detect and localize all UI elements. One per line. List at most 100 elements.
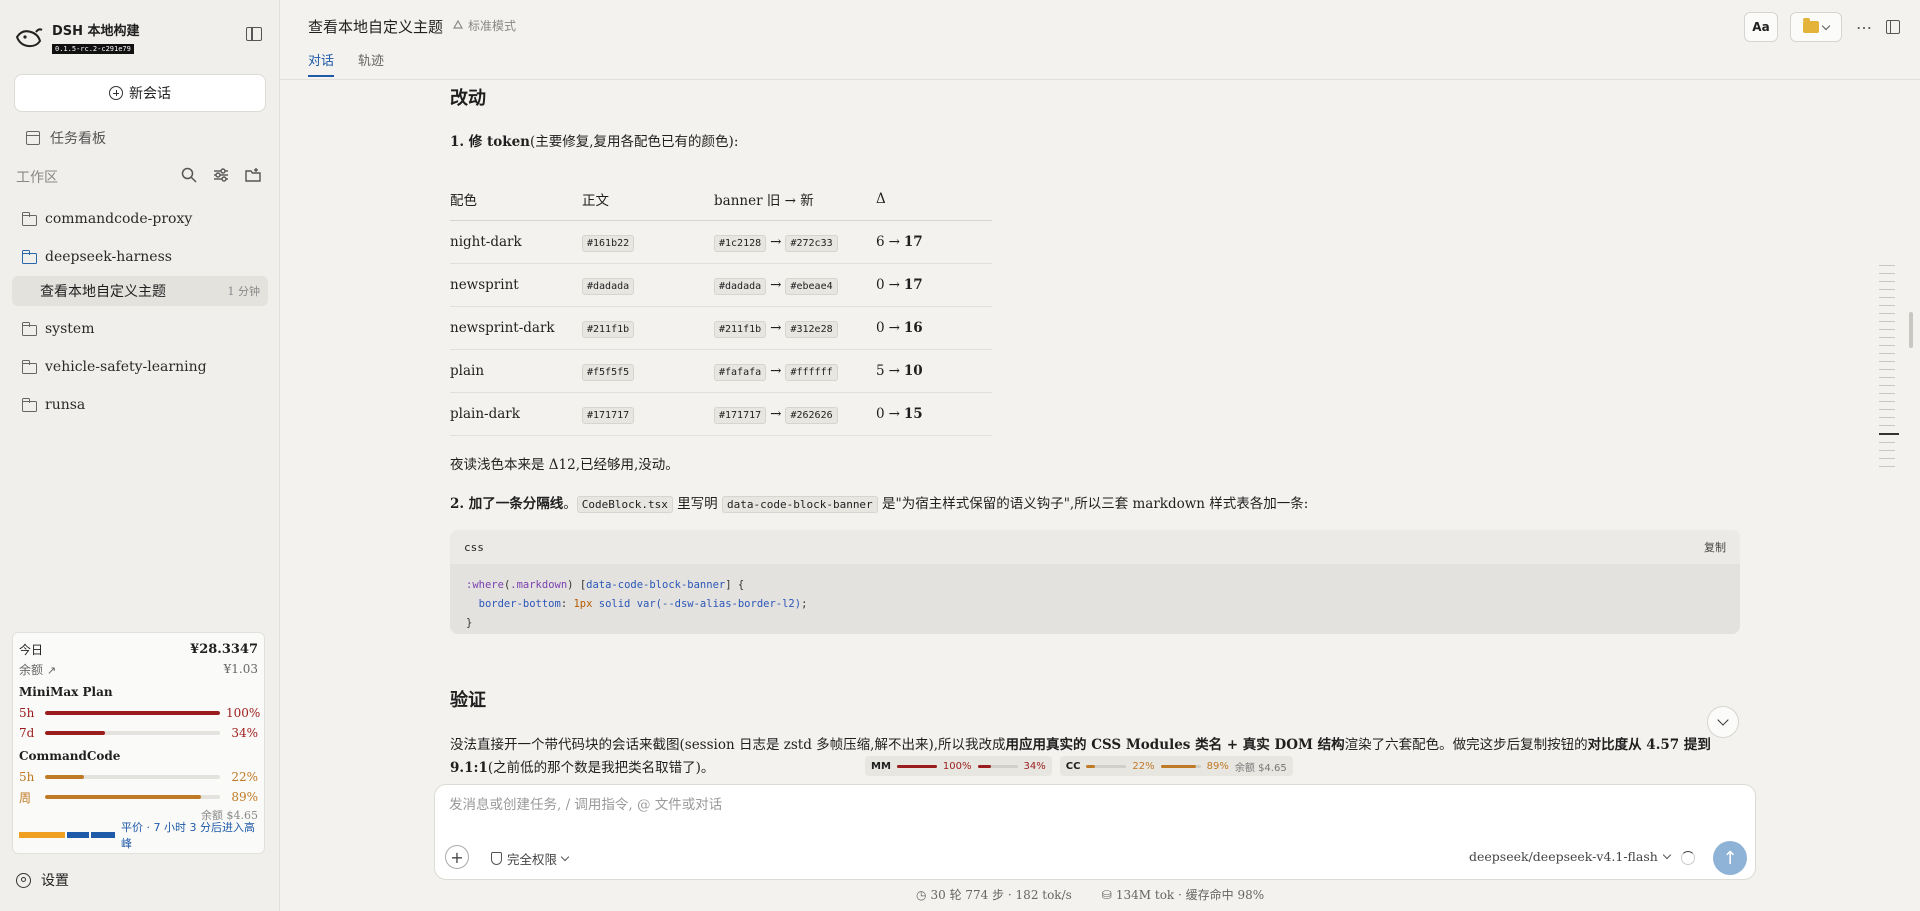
verify-paragraph: 没法直接开一个带代码块的会话来截图(session 日志是 zstd 多帧压缩,…: [450, 733, 1711, 753]
code-token: ) [: [567, 579, 587, 591]
folder-icon: [21, 211, 37, 226]
message-minimap[interactable]: [1879, 265, 1899, 474]
header: 查看本地自定义主题 标准模式 对话 轨迹 Aa ⋯: [280, 0, 1920, 80]
arrow-right-icon: →: [888, 319, 900, 336]
filter-sliders-icon[interactable]: [212, 166, 230, 184]
verify-text: (之前低的那个数是我把类名取错了)。: [487, 760, 715, 776]
token-stats-text: 134M tok · 缓存命中 98%: [1115, 888, 1265, 902]
composer: + 完全权限 deepseek/deepseek-v4.1-flash ↑: [434, 784, 1756, 880]
session-item-active[interactable]: 查看本地自定义主题 1 分钟: [12, 276, 268, 306]
color-code: #dadada: [714, 277, 767, 295]
copy-button[interactable]: 复制: [1704, 539, 1726, 555]
chip-bar: [1160, 764, 1201, 768]
scroll-to-bottom-button[interactable]: [1707, 706, 1739, 738]
chip-bar: [977, 764, 1018, 768]
quota-chip-mm[interactable]: MM 100% 34%: [865, 756, 1052, 776]
arrow-right-icon: →: [888, 276, 900, 293]
font-button[interactable]: Aa: [1744, 12, 1778, 42]
usage-bar: [45, 795, 220, 799]
chip-bar: [896, 764, 937, 768]
balance-label: 余额: [19, 662, 44, 677]
folder-item[interactable]: vehicle-safety-learning: [12, 348, 268, 386]
code-line: border-bottom: 1px solid var(--dsw-alias…: [466, 595, 1724, 614]
search-icon[interactable]: [180, 166, 198, 184]
arrow-right-icon: →: [888, 233, 900, 250]
color-code: #f5f5f5: [582, 363, 635, 381]
new-session-button[interactable]: 新会话: [14, 74, 266, 112]
cell-banner: #1c2128 → #272c33: [714, 220, 876, 264]
header-tools: Aa ⋯: [1744, 12, 1900, 42]
new-folder-icon[interactable]: [244, 166, 262, 184]
code-line: :where(.markdown) [data-code-block-banne…: [466, 576, 1724, 595]
chip-bar: [1086, 764, 1127, 768]
col-header: Δ: [876, 178, 992, 221]
tab-trace[interactable]: 轨迹: [358, 50, 384, 77]
folder-item[interactable]: runsa: [12, 386, 268, 424]
code-token: ] {: [725, 579, 745, 591]
settings-button[interactable]: 设置: [16, 870, 69, 890]
chip-bar-fill: [1160, 764, 1197, 768]
cell-name: plain: [450, 349, 582, 393]
cell-delta: 6 → 17: [876, 220, 992, 264]
folder-item[interactable]: system: [12, 310, 268, 348]
cell-body: #211f1b: [582, 306, 714, 350]
usage-bar: [45, 731, 220, 735]
panel-toggle-icon[interactable]: [1886, 20, 1900, 34]
verify-text: 渲染了六套配色。做完这步后复制按钮的: [1344, 737, 1588, 753]
code-block-header: css 复制: [450, 530, 1740, 564]
folder-item[interactable]: deepseek-harness: [12, 238, 268, 276]
arrow-right-icon: →: [888, 362, 900, 379]
sidebar-toggle-icon[interactable]: [246, 27, 262, 41]
mode-label: 标准模式: [468, 19, 517, 33]
usage-bar: [45, 775, 220, 779]
database-icon: ⛁: [1101, 888, 1112, 902]
change-item-2: 2. 加了一条分隔线。 CodeBlock.tsx 里写明 data-code-b…: [450, 492, 1308, 513]
permission-select[interactable]: 完全权限: [491, 849, 570, 868]
usage-bar: [45, 711, 220, 715]
folder-icon: [21, 321, 37, 336]
scrollbar[interactable]: [1909, 312, 1913, 348]
task-board-link[interactable]: 任务看板: [26, 128, 106, 148]
turn-stats-text: 30 轮 774 步 · 182 tok/s: [930, 888, 1072, 902]
code-token: ;: [801, 598, 808, 610]
delta-old: 6: [876, 233, 885, 250]
item1-prefix: 1. 修 token: [450, 134, 530, 150]
more-icon[interactable]: ⋯: [1854, 18, 1874, 37]
open-folder-button[interactable]: [1790, 12, 1842, 42]
cell-delta: 0 → 17: [876, 263, 992, 307]
attach-plus-button[interactable]: +: [445, 845, 469, 869]
section-title-verify: 验证: [450, 690, 486, 711]
quota-chip-cc[interactable]: CC 22% 89% 余额 $4.65: [1059, 756, 1293, 776]
bar-pct: 34%: [231, 726, 258, 740]
message-input[interactable]: [449, 797, 1649, 813]
mode-badge[interactable]: 标准模式: [452, 17, 516, 34]
model-select[interactable]: deepseek/deepseek-v4.1-flash: [1469, 849, 1672, 864]
cell-name: newsprint-dark: [450, 306, 582, 350]
chip-pct: 89%: [1206, 760, 1229, 772]
tier-text: 平价 · 7 小时 3 分后进入高峰: [121, 821, 255, 850]
folder-label: deepseek-harness: [45, 249, 172, 265]
code-body: :where(.markdown) [data-code-block-banne…: [450, 564, 1740, 634]
brand[interactable]: DSH 本地构建 0.1.5-rc.2-c291e79: [14, 20, 140, 55]
arrow-right-icon: →: [770, 276, 782, 293]
gear-icon: [16, 872, 31, 888]
message-content: 改动 1. 修 token(主要修复,复用各配色已有的颜色): 配色 正文 ba…: [450, 80, 1740, 780]
verify-bold: 9.1:1: [450, 760, 488, 776]
external-link-icon: ↗: [46, 663, 57, 677]
change-item-1: 1. 修 token(主要修复,复用各配色已有的颜色):: [450, 130, 738, 150]
color-code: #171717: [714, 406, 767, 424]
delta-old: 0: [876, 276, 885, 293]
new-session-label: 新会话: [129, 86, 171, 102]
table-row: newsprint-dark #211f1b #211f1b → #312e28 0 → 16: [450, 306, 992, 350]
delta-old: 5: [876, 362, 885, 379]
send-button[interactable]: ↑: [1713, 841, 1747, 875]
folder-item[interactable]: commandcode-proxy: [12, 200, 268, 238]
verify-bold: 用应用真实的 CSS Modules 类名 + 真实 DOM 结构: [1005, 737, 1345, 753]
cell-name: plain-dark: [450, 392, 582, 436]
token-table: 配色 正文 banner 旧 → 新 Δ night-dark #161b22 #1…: [450, 178, 992, 436]
cell-banner: #fafafa → #ffffff: [714, 349, 876, 393]
bar-pct: 89%: [231, 790, 258, 804]
balance-link[interactable]: 余额 ↗: [19, 661, 56, 678]
plus-circle-icon: [109, 86, 123, 100]
tab-chat[interactable]: 对话: [308, 50, 335, 77]
